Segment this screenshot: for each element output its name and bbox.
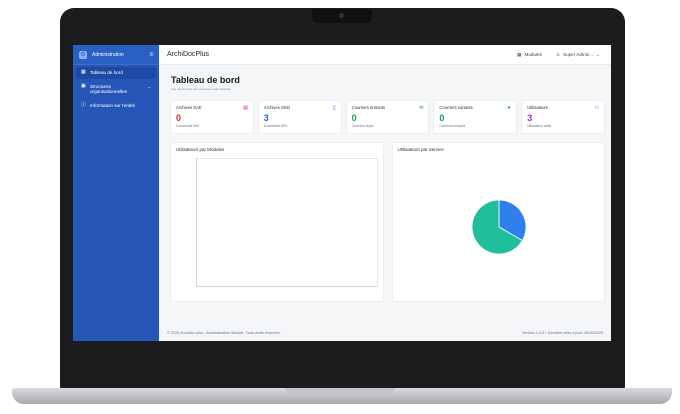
pie-chart (471, 199, 526, 255)
sidebar-item-label: Structures organisationnelles (90, 83, 128, 95)
card-value: 0 (176, 113, 182, 123)
page-title: Tableau de bord (171, 75, 240, 85)
card-archives-ged[interactable]: Archives GED ▯ 3 Documents GED (257, 100, 342, 134)
bar-chart-area (196, 158, 378, 287)
sidebar-item-entity-info[interactable]: ⓘ Information sur l'entité (76, 100, 156, 112)
send-icon: ➤ (506, 105, 512, 111)
main-area: ArchiDocPlus ▦ Modules ♙ Super Admin... … (159, 45, 611, 341)
info-icon: ⓘ (81, 101, 87, 108)
chevron-down-icon: ⌄ (596, 51, 600, 57)
card-value: 0 (439, 113, 445, 123)
sidebar-item-structures[interactable]: ▣ Structures organisationnelles ⌄ (76, 81, 156, 98)
user-menu-button[interactable]: ♙ Super Admin... ⌄ (556, 52, 603, 58)
structure-icon: ▣ (81, 82, 86, 89)
page-subtitle: Vue d'ensemble des processus administrat… (171, 87, 231, 91)
card-courriers-sortants[interactable]: Courriers sortants ➤ 0 Courriers envoyés (433, 100, 518, 134)
panel-users-by-service: Utilisateurs par Service (391, 142, 605, 302)
grid-icon: ▦ (517, 51, 522, 57)
camera-icon (339, 13, 344, 18)
mail-in-icon: ✉ (419, 105, 424, 111)
card-utilisateurs[interactable]: Utilisateurs ⚇ 3 Utilisateurs actifs (521, 100, 605, 134)
users-icon: ⚇ (594, 105, 599, 111)
app-title: ArchiDocPlus (167, 51, 210, 58)
card-value: 3 (263, 113, 269, 123)
sidebar-title: Administration (92, 51, 124, 58)
menu-toggle-icon[interactable]: ≡ (149, 52, 153, 58)
sidebar-item-label: Tableau de bord (90, 70, 123, 75)
user-label: Super Admin... (563, 52, 594, 57)
dashboard-icon: ▦ (81, 69, 86, 75)
screen: ⚙ Administration ≡ ▦ Tableau de bord ▣ S… (73, 45, 611, 341)
modules-button[interactable]: ▦ Modules (517, 52, 542, 58)
panel-title: Utilisateurs par Modules (176, 147, 225, 152)
sidebar-header: ⚙ Administration ≡ (73, 45, 159, 65)
card-note: Utilisateurs actifs (527, 124, 552, 128)
chart-panels: Utilisateurs par Modules Utilisateurs pa… (170, 142, 605, 302)
top-bar: ArchiDocPlus ▦ Modules ♙ Super Admin... … (159, 45, 611, 65)
card-title: Archives GED (263, 105, 291, 110)
card-title: Archives SAE (176, 105, 202, 110)
card-value: 3 (527, 113, 533, 123)
dashboard-content: Tableau de bord Vue d'ensemble des proce… (159, 65, 611, 325)
panel-title: Utilisateurs par Service (397, 147, 444, 152)
footer-copyright: © 2025 Archidoc.plus - Administration Mo… (167, 331, 281, 335)
footer: © 2025 Archidoc.plus - Administration Mo… (159, 325, 611, 341)
laptop-frame: ⚙ Administration ≡ ▦ Tableau de bord ▣ S… (0, 0, 680, 414)
sidebar-item-dashboard[interactable]: ▦ Tableau de bord (76, 67, 156, 79)
card-note: Documents GED (263, 124, 288, 128)
stat-cards: Archives SAE ▤ 0 Documents SAE Archives … (170, 100, 605, 134)
document-icon: ▯ (332, 105, 336, 111)
admin-logo-icon: ⚙ (79, 50, 87, 59)
modules-label: Modules (524, 52, 542, 57)
card-note: Courriers envoyés (439, 124, 466, 128)
sidebar-item-label: Information sur l'entité (90, 102, 136, 108)
card-archives-sae[interactable]: Archives SAE ▤ 0 Documents SAE (170, 100, 254, 134)
card-title: Courriers entrants (351, 105, 386, 110)
user-icon: ♙ (555, 51, 560, 57)
card-courriers-entrants[interactable]: Courriers entrants ✉ 0 Courriers reçus (345, 100, 430, 134)
footer-version: Version 1.0.0 • Dernière mise à jour: 25… (522, 331, 603, 335)
sidebar: ⚙ Administration ≡ ▦ Tableau de bord ▣ S… (73, 45, 159, 341)
panel-users-by-module: Utilisateurs par Modules (170, 142, 384, 302)
laptop-groove (285, 388, 395, 394)
card-note: Courriers reçus (351, 124, 374, 128)
chevron-down-icon: ⌄ (147, 83, 151, 89)
card-value: 0 (351, 113, 357, 123)
archive-icon: ▤ (243, 105, 248, 111)
card-note: Documents SAE (176, 124, 200, 128)
card-title: Utilisateurs (527, 105, 548, 110)
card-title: Courriers sortants (439, 105, 473, 110)
